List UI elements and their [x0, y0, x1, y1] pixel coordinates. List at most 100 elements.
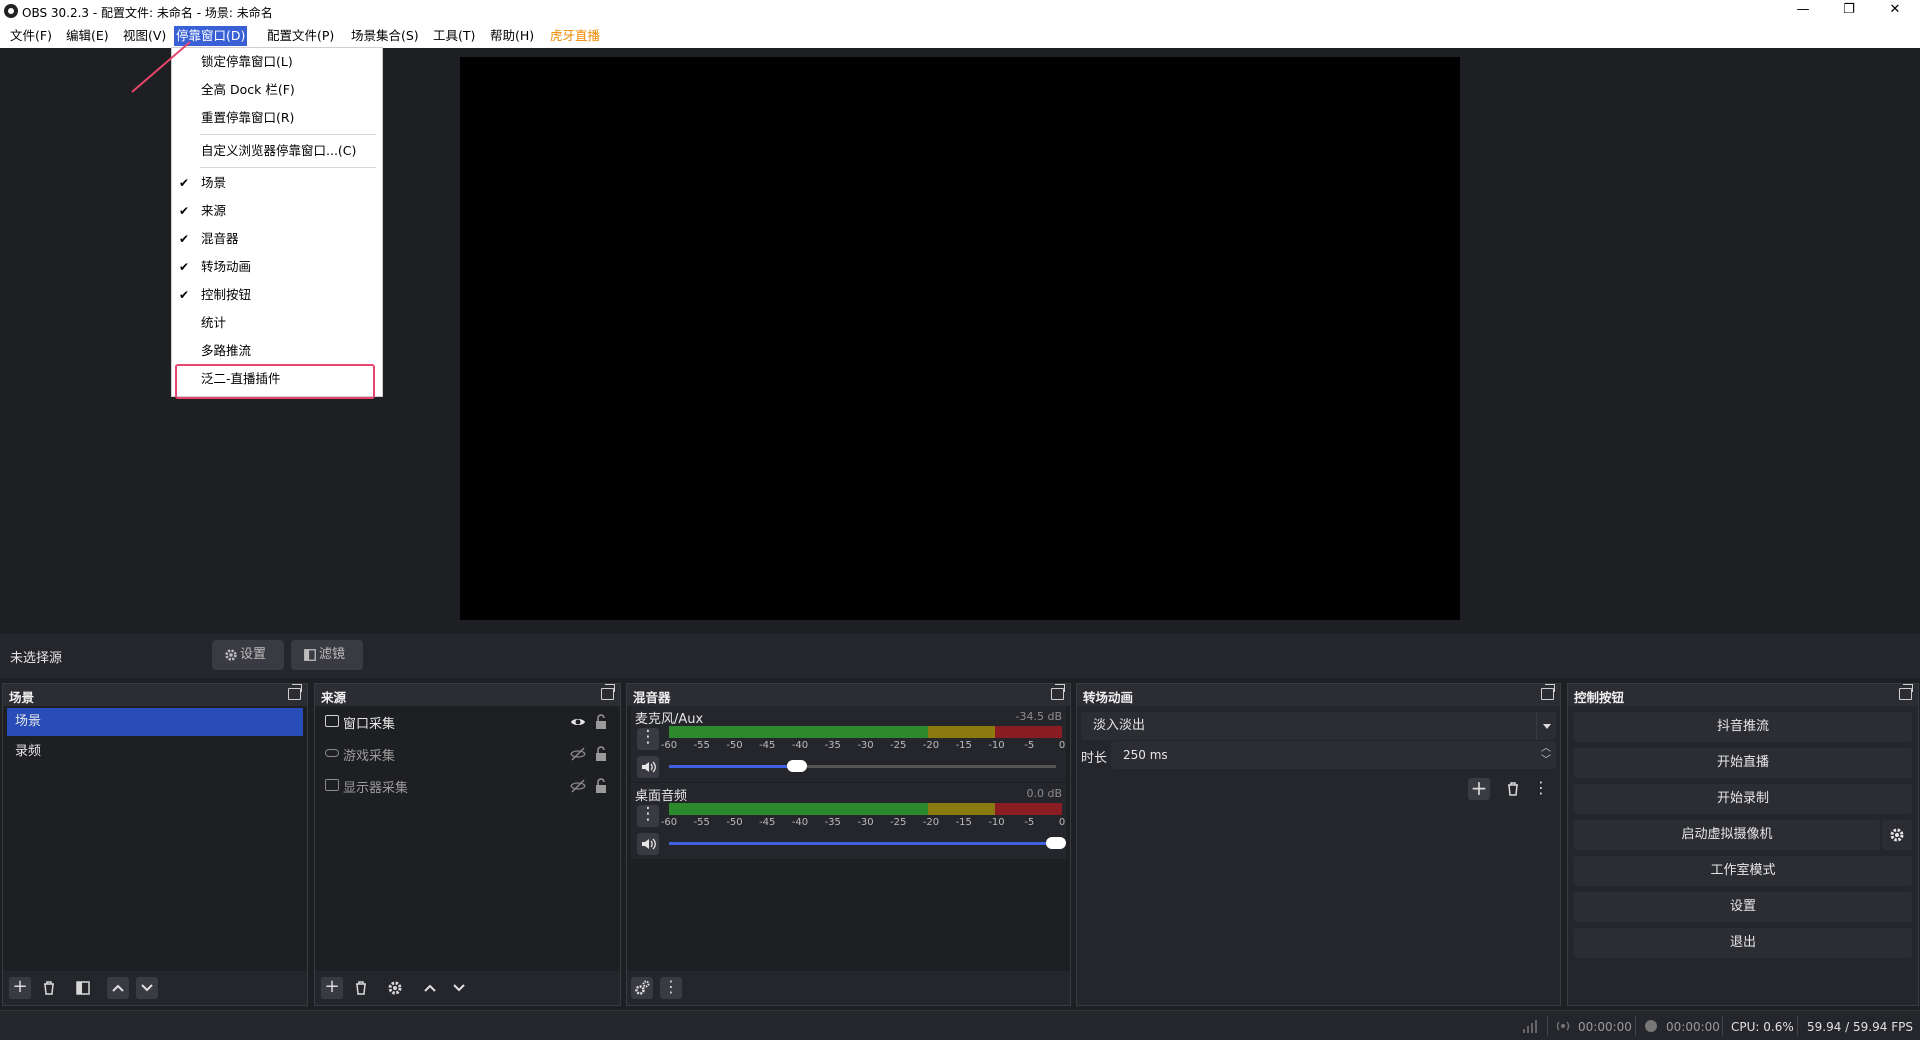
menu-item-controls[interactable]: ✔ 控制按钮 [172, 283, 382, 307]
speaker-icon[interactable] [637, 756, 659, 778]
hidden-eye-icon[interactable] [570, 746, 586, 762]
duration-spinbox[interactable]: 250 ms ︿ ﹀ [1111, 741, 1556, 769]
meter-tick-label: -50 [726, 740, 743, 751]
menu-item-scenes[interactable]: ✔ 场景 [172, 171, 382, 195]
volume-slider-knob[interactable] [786, 760, 807, 772]
spin-down-icon[interactable]: ﹀ [1541, 747, 1551, 775]
channel-menu-icon[interactable] [637, 804, 659, 827]
close-icon[interactable]: ✕ [1872, 0, 1918, 22]
restore-icon[interactable]: ❐ [1826, 0, 1872, 22]
move-down-icon[interactable] [448, 977, 470, 999]
undock-icon[interactable] [1899, 684, 1913, 700]
source-properties-icon[interactable] [384, 977, 406, 999]
volume-slider-knob[interactable] [1046, 837, 1066, 849]
meter-tick-label: -55 [693, 817, 710, 828]
add-source-icon[interactable]: + [321, 977, 343, 999]
menu-scene-collection[interactable]: 场景集合(S) [349, 26, 421, 46]
advanced-audio-icon[interactable] [631, 977, 653, 999]
exit-button[interactable]: 退出 [1574, 928, 1912, 958]
undock-icon[interactable] [288, 684, 302, 700]
remove-source-icon[interactable] [350, 977, 372, 999]
lock-icon[interactable] [594, 714, 608, 730]
menu-item-sources[interactable]: ✔ 来源 [172, 199, 382, 223]
meter-tick-label: -50 [726, 817, 743, 828]
meter-tick-label: -30 [857, 740, 874, 751]
meter-tick-label: -30 [857, 817, 874, 828]
start-virtual-camera-button[interactable]: 启动虚拟摄像机 [1574, 820, 1880, 850]
controls-dock: 控制按钮 抖音推流 开始直播 开始录制 启动虚拟摄像机 工作室模式 设置 退出 [1567, 683, 1919, 1006]
add-transition-icon[interactable]: + [1468, 778, 1490, 800]
source-filters-button[interactable]: 滤镜 [291, 640, 363, 670]
mixer-dock-title: 混音器 [633, 690, 671, 705]
hidden-eye-icon[interactable] [570, 778, 586, 794]
mixer-body: 麦克风/Aux -34.5 dB -60-55-50-45-40-35-30-2… [627, 706, 1070, 1005]
mixer-dock: 混音器 麦克风/Aux -34.5 dB -60-55-50-45-40-35-… [626, 683, 1071, 1006]
meter-tick-label: -25 [890, 740, 907, 751]
undock-icon[interactable] [1541, 684, 1555, 700]
source-row[interactable]: 显示器采集 [315, 770, 620, 802]
scene-filters-icon[interactable] [72, 977, 94, 999]
transition-select[interactable]: 淡入淡出 [1081, 712, 1556, 740]
volume-slider[interactable] [669, 760, 1056, 772]
annotation-arrow [131, 41, 191, 93]
menu-item-multistream[interactable]: 多路推流 [172, 339, 382, 363]
sources-toolbar: + [315, 971, 620, 1005]
window-title: OBS 30.2.3 - 配置文件: 未命名 - 场景: 未命名 [22, 6, 273, 20]
menu-file[interactable]: 文件(F) [8, 26, 54, 46]
mixer-menu-icon[interactable]: ⋮ [660, 977, 682, 999]
settings-button[interactable]: 设置 [1574, 892, 1912, 922]
source-settings-label: 设置 [240, 647, 267, 662]
menu-item-reset-docks[interactable]: 重置停靠窗口(R) [172, 106, 382, 130]
lock-icon[interactable] [594, 746, 608, 762]
undock-icon[interactable] [1051, 684, 1065, 700]
remove-transition-icon[interactable] [1502, 778, 1524, 800]
start-recording-button[interactable]: 开始录制 [1574, 784, 1912, 814]
visibility-eye-icon[interactable] [570, 714, 586, 730]
meter-tick-label: -40 [791, 740, 809, 751]
speaker-icon[interactable] [637, 833, 659, 855]
volume-slider[interactable] [669, 837, 1066, 849]
preview-canvas[interactable] [460, 57, 1460, 620]
menu-item-label: 控制按钮 [201, 287, 252, 302]
channel-name: 桌面音频 [635, 789, 688, 804]
source-row[interactable]: 窗口采集 [315, 706, 620, 738]
source-row[interactable]: 游戏采集 [315, 738, 620, 770]
menu-tools[interactable]: 工具(T) [431, 26, 477, 46]
remove-scene-icon[interactable] [38, 977, 60, 999]
scene-item[interactable]: 场景 [7, 708, 303, 736]
menu-item-custom-browser-docks[interactable]: 自定义浏览器停靠窗口...(C) [172, 139, 382, 163]
menu-profile[interactable]: 配置文件(P) [265, 26, 336, 46]
menu-item-lock-docks[interactable]: 锁定停靠窗口(L) [172, 50, 382, 74]
move-down-icon[interactable] [136, 977, 158, 999]
scenes-dock-header: 场景 [3, 684, 307, 706]
virtual-camera-settings-button[interactable] [1882, 820, 1912, 850]
menu-edit[interactable]: 编辑(E) [64, 26, 111, 46]
lock-icon[interactable] [594, 778, 608, 794]
start-streaming-button[interactable]: 开始直播 [1574, 748, 1912, 778]
transition-selected: 淡入淡出 [1093, 718, 1146, 733]
mixer-channel: 桌面音频 0.0 dB -60-55-50-45-40-35-30-25-20-… [631, 783, 1066, 859]
menu-item-full-height-docks[interactable]: 全高 Dock 栏(F) [172, 78, 382, 102]
menu-item-transitions[interactable]: ✔ 转场动画 [172, 255, 382, 279]
checkmark-icon: ✔ [179, 260, 190, 274]
menu-item-label: 自定义浏览器停靠窗口...(C) [201, 143, 357, 158]
douyin-stream-button[interactable]: 抖音推流 [1574, 712, 1912, 742]
transition-menu-icon[interactable]: ⋮ [1530, 778, 1552, 800]
record-time: 00:00:00 [1666, 1020, 1720, 1034]
menu-item-stats[interactable]: 统计 [172, 311, 382, 335]
menu-item-mixer[interactable]: ✔ 混音器 [172, 227, 382, 251]
add-scene-icon[interactable]: + [9, 977, 31, 999]
undock-icon[interactable] [601, 684, 615, 700]
menu-help[interactable]: 帮助(H) [488, 26, 536, 46]
menu-huya[interactable]: 虎牙直播 [548, 26, 602, 46]
minimize-icon[interactable]: — [1780, 0, 1826, 22]
menu-item-label: 重置停靠窗口(R) [201, 110, 295, 125]
channel-menu-icon[interactable] [637, 727, 659, 750]
highlight-box [175, 364, 375, 399]
source-settings-button[interactable]: 设置 [212, 640, 284, 670]
move-up-icon[interactable] [107, 977, 129, 999]
scene-item[interactable]: 录频 [7, 738, 303, 766]
meter-tick-label: -35 [824, 817, 841, 828]
move-up-icon[interactable] [419, 977, 441, 999]
studio-mode-button[interactable]: 工作室模式 [1574, 856, 1912, 886]
